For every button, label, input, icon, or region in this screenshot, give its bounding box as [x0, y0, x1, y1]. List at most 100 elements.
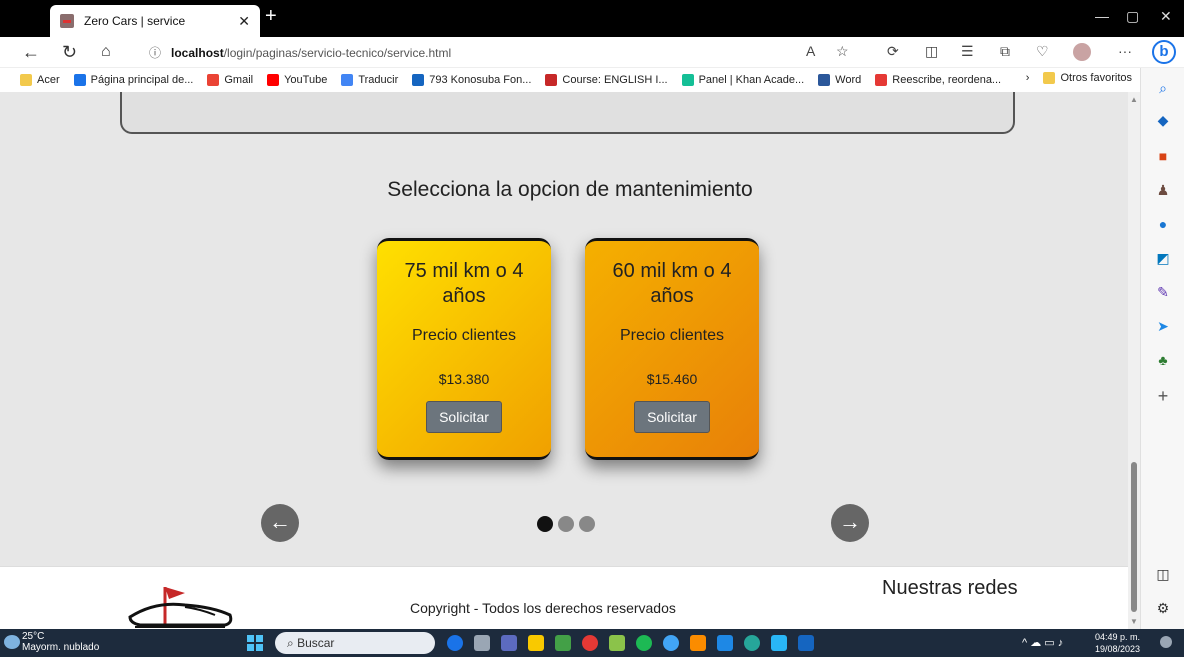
teams-icon[interactable] [501, 635, 517, 651]
tab-bar: Zero Cars | service ✕ + — ▢ ✕ [0, 0, 1184, 37]
bookmark-item[interactable]: Página principal de... [73, 74, 193, 86]
weather-temp: 25°C [22, 631, 45, 642]
course-icon [545, 74, 558, 86]
more-menu-icon[interactable]: ··· [1118, 43, 1132, 59]
carousel-dot[interactable] [537, 516, 553, 532]
bookmark-item[interactable]: YouTube [267, 74, 327, 86]
bookmark-item[interactable]: Reescribe, reordena... [875, 74, 1001, 86]
other-favorites[interactable]: › Otros favoritos [1026, 72, 1132, 84]
games-icon[interactable]: ♟ [1153, 180, 1173, 200]
copilot-bing-icon[interactable]: b [1152, 40, 1176, 64]
solicitar-button[interactable]: Solicitar [634, 401, 710, 433]
card-subtitle: Precio clientes [411, 327, 517, 344]
refresh-icon[interactable]: ↻ [62, 42, 77, 62]
shopping-tag-icon[interactable]: ◆ [1153, 110, 1173, 130]
bookmark-icon [412, 74, 425, 86]
edge-sidebar: ⌕ ◆ ■ ♟ ● ◩ ✎ ➤ ♣ + ◫ ⚙ [1140, 68, 1184, 629]
close-window-icon[interactable]: ✕ [1160, 8, 1172, 25]
word-icon [818, 74, 831, 86]
restore-icon[interactable]: ▢ [1126, 8, 1139, 25]
tree-icon[interactable]: ♣ [1153, 350, 1173, 370]
notepad-icon[interactable] [771, 635, 787, 651]
back-icon[interactable]: ← [22, 42, 40, 62]
page-viewport: Selecciona la opcion de mantenimiento 75… [0, 92, 1140, 629]
home-icon[interactable]: ⌂ [101, 42, 111, 62]
info-icon[interactable]: ⓘ [149, 44, 161, 61]
carousel-dot[interactable] [558, 516, 574, 532]
car-logo-icon [128, 587, 233, 628]
site-favicon-icon [60, 14, 74, 28]
weather-widget[interactable]: 25°C Mayorm. nublado [22, 631, 99, 653]
bookmark-label: 793 Konosuba Fon... [429, 74, 532, 86]
chrome-icon[interactable] [663, 635, 679, 651]
card-title: 75 mil km o 4 años [404, 260, 524, 307]
other-favorites-label: Otros favoritos [1060, 72, 1132, 84]
weather-cloud-icon [4, 635, 20, 649]
bookmark-item[interactable]: 793 Konosuba Fon... [412, 74, 531, 86]
read-aloud-icon[interactable]: A [806, 43, 815, 59]
xbox-icon[interactable] [555, 635, 571, 651]
microsoft365-icon[interactable]: ● [1153, 214, 1173, 234]
bing-app-icon[interactable] [447, 635, 463, 651]
search-icon[interactable]: ⌕ [1153, 78, 1173, 98]
bookmark-item[interactable]: Course: ENGLISH I... [545, 74, 668, 86]
bookmark-item[interactable]: Word [818, 74, 861, 86]
file-explorer-icon[interactable] [528, 635, 544, 651]
bookmark-item[interactable]: Panel | Khan Acade... [681, 74, 804, 86]
favorites-list-icon[interactable]: ☰ [961, 43, 974, 60]
vscode-icon[interactable] [717, 635, 733, 651]
new-tab-icon[interactable]: + [265, 5, 277, 28]
url-path: /login/paginas/servicio-tecnico/service.… [223, 45, 452, 60]
carousel-prev-icon[interactable]: ← [261, 504, 299, 542]
sidebar-toggle-icon[interactable]: ◫ [1153, 564, 1173, 584]
tray-icons[interactable]: ^ ☁ ▭ ♪ [1022, 636, 1063, 649]
tools-icon[interactable]: ■ [1153, 146, 1173, 166]
browser-essentials-icon[interactable]: ♡ [1036, 43, 1049, 60]
close-tab-icon[interactable]: ✕ [238, 13, 250, 30]
solicitar-button[interactable]: Solicitar [426, 401, 502, 433]
edge-icon[interactable] [744, 635, 760, 651]
taskbar-search[interactable]: ⌕ Buscar [275, 632, 435, 654]
add-icon[interactable]: + [1153, 386, 1173, 406]
search-icon: ⌕ [287, 636, 298, 650]
vertical-scrollbar[interactable]: ▲ ▼ [1128, 92, 1140, 629]
bookmarks-bar: Acer Página principal de... Gmail YouTube Tr… [0, 68, 1140, 92]
minimize-icon[interactable]: — [1095, 8, 1109, 24]
task-view-icon[interactable] [474, 635, 490, 651]
bookmark-item[interactable]: Traducir [341, 74, 398, 86]
translate-icon [341, 74, 354, 86]
scroll-down-icon[interactable]: ▼ [1130, 617, 1138, 626]
scroll-thumb[interactable] [1131, 462, 1137, 612]
carousel-dot[interactable] [579, 516, 595, 532]
scroll-up-icon[interactable]: ▲ [1130, 95, 1138, 104]
settings-icon[interactable]: ⚙ [1153, 598, 1173, 618]
chevron-right-icon[interactable]: › [1026, 72, 1030, 84]
maintenance-card: 75 mil km o 4 años Precio clientes $13.3… [377, 238, 551, 460]
url-field[interactable]: ⓘ localhost /login/paginas/servicio-tecn… [133, 40, 873, 65]
collections-icon[interactable]: ⧉ [1000, 43, 1010, 60]
clock[interactable]: 04:49 p. m. 19/08/2023 [1095, 631, 1140, 655]
favorite-star-icon[interactable]: ☆ [836, 43, 849, 60]
bookmark-item[interactable]: Acer [20, 74, 60, 86]
split-screen-icon[interactable]: ◫ [925, 43, 938, 60]
opera-icon[interactable] [582, 635, 598, 651]
outlook-icon[interactable]: ◩ [1153, 248, 1173, 268]
browser-tab[interactable]: Zero Cars | service ✕ [50, 5, 260, 37]
word-icon[interactable] [798, 635, 814, 651]
folder-icon [20, 74, 32, 86]
extensions-icon[interactable]: ⟳ [887, 43, 899, 60]
app-icon[interactable] [609, 635, 625, 651]
card-price: $13.380 [438, 371, 490, 387]
bookmark-item[interactable]: Gmail [207, 74, 253, 86]
designer-icon[interactable]: ✎ [1153, 282, 1173, 302]
start-icon[interactable] [247, 635, 263, 651]
notifications-icon[interactable] [1160, 636, 1172, 648]
profile-avatar[interactable] [1073, 43, 1091, 61]
carousel-indicators [537, 516, 600, 532]
xampp-icon[interactable] [690, 635, 706, 651]
spotify-icon[interactable] [636, 635, 652, 651]
weather-desc: Mayorm. nublado [22, 642, 100, 653]
gmail-icon [207, 74, 220, 86]
send-icon[interactable]: ➤ [1153, 316, 1173, 336]
carousel-next-icon[interactable]: → [831, 504, 869, 542]
